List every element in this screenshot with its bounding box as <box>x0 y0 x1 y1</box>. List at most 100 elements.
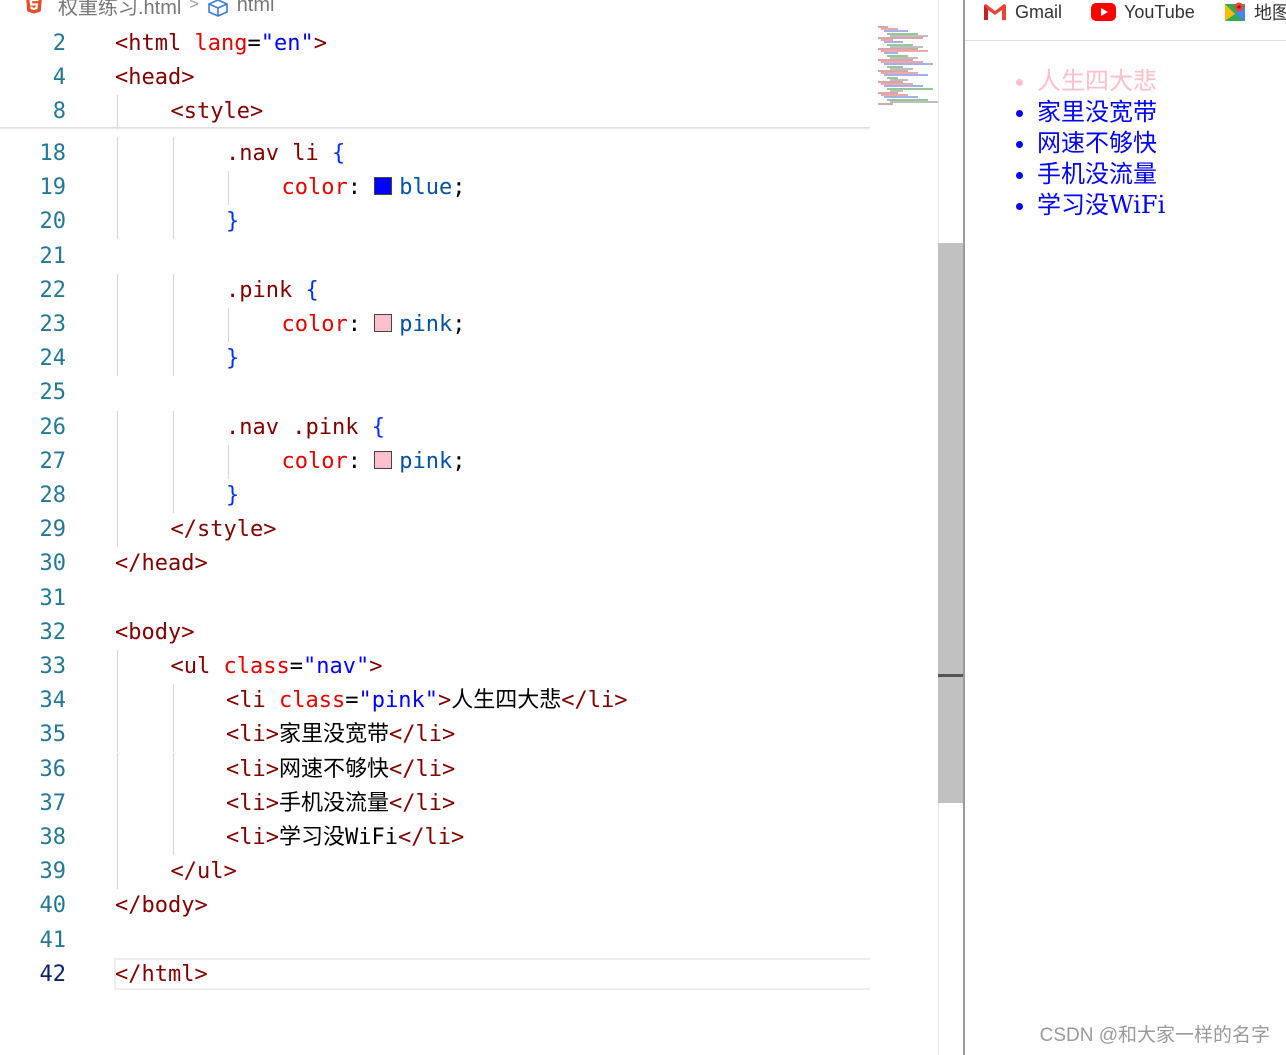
line-number: 28 <box>39 483 67 508</box>
code-token: class <box>278 688 346 714</box>
code-line[interactable]: 32 <body> <box>0 616 870 650</box>
code-line[interactable]: 29 </style> <box>0 513 870 547</box>
code-line[interactable]: 40 </body> <box>0 889 870 923</box>
nav-list-item: 手机没流量 <box>1012 159 1165 190</box>
bookmark-gmail[interactable]: Gmail <box>983 0 1062 24</box>
line-number: 31 <box>39 585 67 611</box>
code-token: { <box>305 277 319 303</box>
code-line[interactable]: 21 <box>0 240 870 274</box>
code-token: </li> <box>561 688 628 714</box>
code-line[interactable]: 19 color: blue; <box>0 171 870 205</box>
line-number: 41 <box>39 927 67 953</box>
scrollbar-cursor-marker <box>938 674 964 677</box>
code-token: </body> <box>115 893 208 919</box>
indent-guide <box>117 479 118 513</box>
code-line[interactable]: 2 <html lang="en"> <box>0 27 870 61</box>
code-text: color: pink; <box>282 308 466 342</box>
code-line[interactable]: 30 </head> <box>0 547 870 581</box>
code-token: > <box>313 31 327 56</box>
indent-guide <box>172 479 174 513</box>
bookmark-maps[interactable]: 地图 <box>1224 0 1286 24</box>
code-line[interactable]: 4 <head> <box>0 61 870 95</box>
code-token: } <box>226 483 240 508</box>
browser-preview: Gmail YouTube 地图 人生四大悲 家里没宽带 网速不够快 手机没流量 学习没… <box>965 0 1286 1055</box>
breadcrumb-file[interactable]: 权重练习.html <box>58 0 181 20</box>
code-text: .nav li { <box>226 137 345 171</box>
code-line[interactable]: 20} <box>0 205 870 239</box>
html5-file-icon <box>26 0 42 14</box>
code-token: pink <box>399 312 453 337</box>
code-line[interactable]: 25 <box>0 376 870 410</box>
code-line[interactable]: 33 <ul class="nav"> <box>0 650 870 684</box>
code-line[interactable]: 24} <box>0 342 870 376</box>
code-token: color <box>281 175 348 201</box>
code-token: : <box>347 448 375 474</box>
code-line[interactable]: 34 <li class="pink">人生四大悲</li> <box>0 684 870 718</box>
code-token: 学习没 <box>278 825 345 850</box>
code-line[interactable]: 27 color: pink; <box>0 445 870 479</box>
code-token: > <box>437 688 452 714</box>
code-text: </body> <box>115 889 208 923</box>
indent-guide <box>117 718 118 753</box>
code-line[interactable]: 8 <style> <box>0 95 870 129</box>
code-line[interactable]: 36 <li>网速不够快</li> <box>0 753 870 787</box>
code-token: = <box>247 31 261 56</box>
indent-guide <box>117 821 118 855</box>
line-number: 20 <box>39 209 67 235</box>
color-swatch[interactable] <box>374 177 393 196</box>
minimap[interactable] <box>870 0 938 1055</box>
bookmark-label: Gmail <box>1015 1 1063 22</box>
code-line[interactable]: 39 </ul> <box>0 855 870 889</box>
code-line[interactable]: 28} <box>0 479 870 513</box>
indent-guide <box>172 821 174 855</box>
code-token: : <box>347 312 375 337</box>
code-token: 家里没宽带 <box>278 722 389 748</box>
line-number: 8 <box>52 99 66 124</box>
code-line[interactable]: 37 <li>手机没流量</li> <box>0 787 870 821</box>
line-number: 38 <box>39 825 67 850</box>
line-number: 29 <box>39 517 67 543</box>
code-line[interactable]: 41 <box>0 924 870 958</box>
code-token: { <box>371 414 385 440</box>
indent-guide <box>117 410 118 445</box>
indent-guide <box>117 513 118 548</box>
line-number: 35 <box>39 722 67 748</box>
code-token: ; <box>452 175 466 201</box>
indent-guide <box>172 410 174 445</box>
indent-guide <box>172 718 174 753</box>
code-token: <style> <box>170 99 264 124</box>
code-token: color <box>281 312 348 337</box>
bookmark-label: YouTube <box>1124 1 1195 22</box>
code-line[interactable]: 23 color: pink; <box>0 308 870 342</box>
breadcrumb: 权重练习.html > html <box>0 0 870 22</box>
color-swatch[interactable] <box>374 314 393 332</box>
code-line[interactable]: 26 .nav .pink { <box>0 411 870 445</box>
code-line[interactable]: 22 .pink { <box>0 274 870 308</box>
editor-scrollbar-thumb[interactable] <box>938 243 964 803</box>
code-token: = <box>345 688 359 714</box>
code-token: <li> <box>226 825 279 850</box>
code-token: "en" <box>260 31 314 56</box>
indent-guide <box>117 205 118 240</box>
code-token: 手机没流量 <box>278 790 389 816</box>
breadcrumb-symbol[interactable]: html <box>237 0 275 17</box>
bookmark-youtube[interactable]: YouTube <box>1091 0 1195 24</box>
code-text: <body> <box>115 616 194 650</box>
code-line[interactable]: 35 <li>家里没宽带</li> <box>0 718 870 752</box>
code-line[interactable]: 31 <box>0 582 870 616</box>
code-line[interactable]: 38 <li>学习没WiFi</li> <box>0 821 870 855</box>
code-line[interactable]: 18 .nav li { <box>0 137 870 171</box>
indent-guide <box>228 308 229 342</box>
color-swatch[interactable] <box>374 450 393 469</box>
indent-guide <box>117 786 118 821</box>
code-editor[interactable]: 权重练习.html > html 2 <html lang="en"> 4 <head… <box>0 0 964 1055</box>
indent-guide <box>117 342 118 377</box>
current-line-highlight <box>114 958 870 990</box>
code-token: color <box>281 448 348 474</box>
gmail-icon <box>984 4 1006 20</box>
code-token: </li> <box>389 722 456 748</box>
indent-guide <box>117 650 118 684</box>
indent-guide <box>228 171 229 206</box>
nav-list-item: 学习没WiFi <box>1012 190 1165 221</box>
code-token: } <box>226 346 240 372</box>
